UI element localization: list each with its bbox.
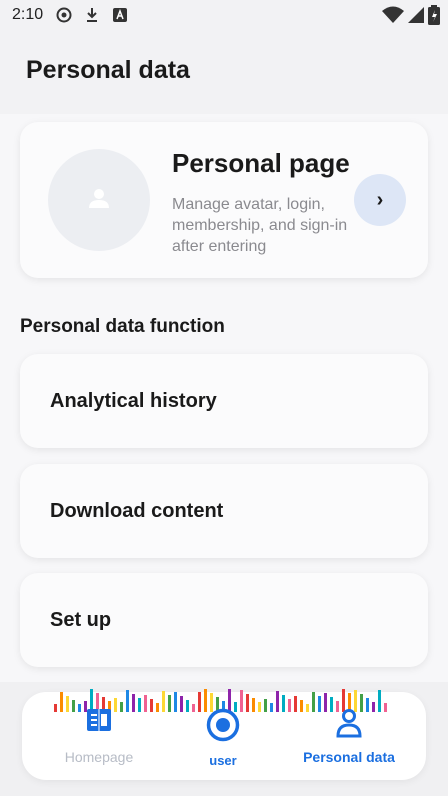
nav-personal-data-label: Personal data bbox=[303, 749, 395, 765]
personal-page-title: Personal page bbox=[172, 148, 350, 178]
content-area: Personal page Manage avatar, login, memb… bbox=[0, 114, 448, 682]
chevron-right-icon[interactable]: › bbox=[354, 174, 406, 226]
status-bar: 2:10 bbox=[0, 0, 448, 30]
set-up-button[interactable]: Set up bbox=[20, 573, 428, 667]
status-time: 2:10 bbox=[12, 6, 44, 23]
user-placeholder-icon bbox=[88, 187, 110, 214]
page-title: Personal data bbox=[26, 56, 190, 84]
bottom-area: Homepage user Personal data bbox=[0, 682, 448, 796]
nav-homepage-label: Homepage bbox=[64, 749, 134, 765]
record-icon bbox=[206, 708, 240, 747]
nav-personal-data[interactable]: Personal data bbox=[284, 708, 414, 770]
signal-icon bbox=[408, 6, 424, 29]
set-up-label: Set up bbox=[50, 609, 112, 631]
download-content-label: Download content bbox=[50, 500, 224, 522]
download-icon bbox=[83, 6, 101, 24]
a-box-icon bbox=[111, 6, 129, 24]
book-icon bbox=[86, 708, 112, 737]
nav-user-label: user bbox=[209, 753, 237, 768]
wifi-icon bbox=[382, 6, 404, 29]
battery-icon bbox=[428, 5, 440, 30]
person-icon bbox=[335, 708, 363, 743]
status-right bbox=[382, 5, 440, 30]
nav-user[interactable]: user bbox=[158, 708, 288, 770]
nav-homepage[interactable]: Homepage bbox=[34, 708, 164, 770]
circle-dot-icon bbox=[55, 6, 73, 24]
download-content-button[interactable]: Download content bbox=[20, 464, 428, 558]
avatar[interactable] bbox=[48, 149, 150, 251]
analytical-history-label: Analytical history bbox=[50, 390, 217, 412]
header: Personal data bbox=[0, 30, 448, 114]
section-title: Personal data function bbox=[20, 316, 225, 337]
analytical-history-button[interactable]: Analytical history bbox=[20, 354, 428, 448]
personal-page-card[interactable]: Personal page Manage avatar, login, memb… bbox=[20, 122, 428, 278]
bottom-nav: Homepage user Personal data bbox=[22, 689, 426, 780]
personal-page-description: Manage avatar, login, membership, and si… bbox=[172, 196, 348, 255]
